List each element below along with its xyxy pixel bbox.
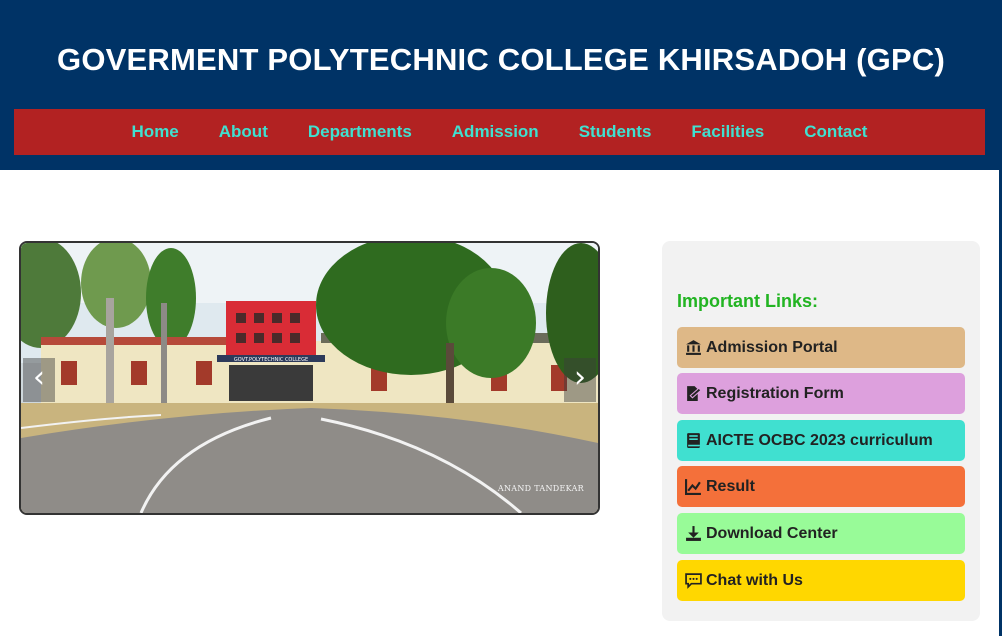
- important-links-heading: Important Links:: [677, 291, 819, 311]
- college-building-photo: GOVT.POLYTECHNIC COLLEGE: [21, 243, 598, 513]
- chat-icon: [685, 573, 702, 589]
- main-navbar: Home About Departments Admission Student…: [14, 109, 985, 155]
- aicte-curriculum-label: AICTE OCBC 2023 curriculum: [706, 431, 933, 449]
- result-label: Result: [706, 477, 755, 495]
- site-header: GOVERMENT POLYTECHNIC COLLEGE KHIRSADOH …: [0, 0, 1002, 170]
- admission-portal-label: Admission Portal: [706, 338, 838, 356]
- site-title: GOVERMENT POLYTECHNIC COLLEGE KHIRSADOH …: [57, 42, 945, 77]
- download-center-link[interactable]: Download Center: [677, 513, 965, 554]
- nav-students[interactable]: Students: [559, 122, 672, 142]
- aicte-curriculum-link[interactable]: AICTE OCBC 2023 curriculum: [677, 420, 965, 461]
- file-signature-icon: [687, 386, 702, 401]
- registration-form-link[interactable]: Registration Form: [677, 373, 965, 414]
- registration-form-label: Registration Form: [706, 384, 844, 402]
- nav-home[interactable]: Home: [112, 122, 199, 142]
- download-icon: [686, 526, 701, 541]
- nav-about[interactable]: About: [199, 122, 288, 142]
- carousel-next-button[interactable]: ›: [564, 358, 596, 402]
- photo-watermark: ANAND TANDEKAR: [497, 484, 584, 493]
- image-carousel[interactable]: GOVT.POLYTECHNIC COLLEGE ANAND TANDEKAR …: [19, 241, 600, 515]
- chat-with-us-link[interactable]: Chat with Us: [677, 560, 965, 601]
- line-chart-icon: [685, 479, 701, 495]
- important-links-panel: Important Links: Admission Portal Regist…: [662, 241, 980, 621]
- nav-facilities[interactable]: Facilities: [671, 122, 784, 142]
- chat-with-us-label: Chat with Us: [706, 571, 803, 589]
- nav-departments[interactable]: Departments: [288, 122, 432, 142]
- carousel-prev-button[interactable]: ‹: [23, 358, 55, 402]
- book-icon: [687, 433, 700, 448]
- download-center-label: Download Center: [706, 524, 838, 542]
- admission-portal-link[interactable]: Admission Portal: [677, 327, 965, 368]
- nav-contact[interactable]: Contact: [784, 122, 887, 142]
- nav-admission[interactable]: Admission: [432, 122, 559, 142]
- bank-icon: [686, 340, 701, 355]
- building-sign-text: GOVT.POLYTECHNIC COLLEGE: [234, 357, 308, 363]
- result-link[interactable]: Result: [677, 466, 965, 507]
